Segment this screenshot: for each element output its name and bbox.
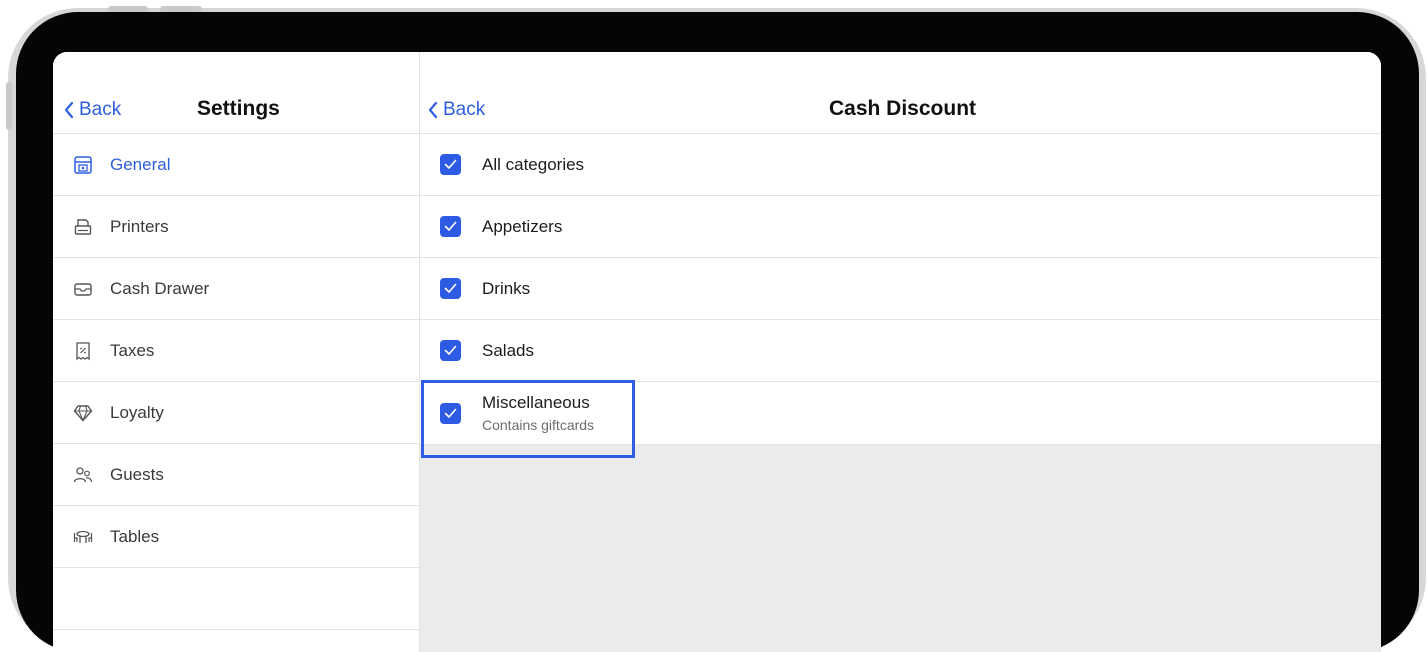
category-row-drinks[interactable]: Drinks bbox=[420, 258, 1381, 320]
storefront-icon bbox=[73, 155, 93, 175]
sidebar-item-label: Printers bbox=[110, 216, 169, 236]
sidebar-item-next[interactable] bbox=[53, 568, 419, 630]
chevron-left-icon bbox=[428, 101, 438, 119]
sidebar-item-label: Taxes bbox=[110, 340, 155, 360]
sidebar-item-guests[interactable]: Guests bbox=[53, 444, 419, 506]
app-screen: Back Settings General Printers Cash Draw… bbox=[53, 52, 1381, 652]
sidebar-item-loyalty[interactable]: Loyalty bbox=[53, 382, 419, 444]
category-checkbox[interactable] bbox=[440, 216, 461, 237]
category-checkbox[interactable] bbox=[440, 402, 461, 424]
category-checkbox[interactable] bbox=[440, 278, 461, 299]
sidebar-item-label: Loyalty bbox=[110, 402, 164, 422]
category-row-appetizers[interactable]: Appetizers bbox=[420, 196, 1381, 258]
printer-icon bbox=[73, 217, 93, 237]
settings-title: Settings bbox=[197, 97, 280, 120]
sidebar-item-printers[interactable]: Printers bbox=[53, 196, 419, 258]
category-checkbox[interactable] bbox=[440, 340, 461, 361]
category-label: Appetizers bbox=[482, 216, 563, 236]
chevron-left-icon bbox=[64, 101, 74, 119]
settings-sidebar: Back Settings General Printers Cash Draw… bbox=[53, 52, 420, 652]
sidebar-item-taxes[interactable]: Taxes bbox=[53, 320, 419, 382]
sidebar-item-label: Guests bbox=[110, 464, 164, 484]
category-label: Miscellaneous bbox=[482, 393, 590, 412]
category-subtitle: Contains giftcards bbox=[482, 417, 595, 433]
settings-back-label: Back bbox=[79, 99, 122, 120]
table-icon bbox=[73, 527, 93, 547]
sidebar-item-label: Tables bbox=[110, 526, 160, 546]
guests-icon bbox=[73, 465, 93, 485]
category-row-all[interactable]: All categories bbox=[420, 134, 1381, 196]
checkmark-icon bbox=[444, 221, 457, 231]
category-row-salads[interactable]: Salads bbox=[420, 320, 1381, 382]
cash-discount-back-label: Back bbox=[443, 99, 486, 120]
category-label: All categories bbox=[482, 154, 585, 174]
category-row-miscellaneous[interactable]: Miscellaneous Contains giftcards bbox=[420, 382, 1381, 445]
cash-discount-title: Cash Discount bbox=[829, 97, 977, 120]
sidebar-item-label: Cash Drawer bbox=[110, 278, 210, 298]
checkmark-icon bbox=[444, 408, 457, 418]
cash-discount-back-button[interactable]: Back bbox=[427, 99, 485, 121]
sidebar-item-tables[interactable]: Tables bbox=[53, 506, 419, 568]
cash-discount-panel: Back Cash Discount All categories Appeti… bbox=[420, 52, 1381, 652]
category-text: Miscellaneous Contains giftcards bbox=[482, 393, 594, 433]
sidebar-item-label: General bbox=[110, 154, 171, 174]
diamond-icon bbox=[73, 403, 93, 423]
settings-back-button[interactable]: Back bbox=[63, 99, 121, 121]
sidebar-item-general[interactable]: General bbox=[53, 134, 419, 196]
settings-header: Back Settings bbox=[53, 52, 419, 134]
sidebar-item-cash-drawer[interactable]: Cash Drawer bbox=[53, 258, 419, 320]
category-checkbox[interactable] bbox=[440, 154, 461, 175]
cash-drawer-icon bbox=[73, 279, 93, 299]
checkmark-icon bbox=[444, 345, 457, 355]
category-label: Salads bbox=[482, 340, 534, 360]
tax-receipt-icon bbox=[73, 341, 93, 361]
checkmark-icon bbox=[444, 283, 457, 293]
category-label: Drinks bbox=[482, 278, 531, 298]
checkmark-icon bbox=[444, 159, 457, 169]
device-side-button bbox=[6, 82, 12, 130]
cash-discount-header: Back Cash Discount bbox=[420, 52, 1381, 134]
